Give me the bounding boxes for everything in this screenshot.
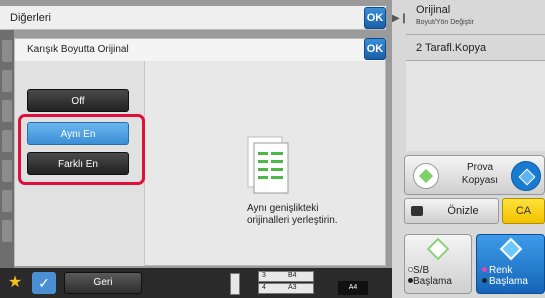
copy-screen: Diğerleri OK Karışık Boyutta Orijinal Ay… bbox=[0, 0, 545, 298]
proof-copy-button[interactable]: Prova Kopyası bbox=[404, 155, 545, 195]
description-line: orijinalleri yerleştirin. bbox=[247, 215, 338, 226]
tray-number: 3 bbox=[262, 272, 266, 279]
same-width-document-icon bbox=[246, 134, 309, 194]
bw-start-button[interactable]: S/B Başlama bbox=[404, 234, 472, 294]
selected-paper-size: A4 bbox=[338, 281, 368, 295]
tray-number: 4 bbox=[262, 284, 266, 291]
original-setting-sub: Boyut/Yön Değiştir bbox=[416, 19, 474, 26]
others-ok-button[interactable]: OK bbox=[364, 7, 386, 29]
selection-highlight bbox=[18, 114, 145, 185]
preview-button[interactable]: Önizle bbox=[404, 198, 499, 224]
proof-copy-line: Kopyası bbox=[461, 175, 499, 186]
tray-icon bbox=[230, 273, 240, 295]
dialog-description: Aynı genişlikteki orijinalleri yerleştir… bbox=[247, 203, 387, 227]
duplex-copy-setting[interactable]: 2 Tarafl.Kopya bbox=[416, 42, 486, 54]
bw-start-line: Başlama bbox=[413, 276, 452, 287]
proof-copy-label: Prova Kopyası bbox=[455, 161, 505, 187]
side-tab[interactable] bbox=[2, 220, 12, 242]
side-tab[interactable] bbox=[2, 130, 12, 152]
color-indicator-icon bbox=[482, 278, 487, 283]
divider bbox=[406, 34, 545, 35]
color-start-icon bbox=[499, 237, 523, 261]
bw-start-icon bbox=[426, 237, 450, 261]
side-tab-strip bbox=[0, 30, 14, 268]
clear-all-button[interactable]: CA bbox=[502, 198, 545, 224]
option-off-button[interactable]: Off bbox=[27, 89, 129, 112]
tray-size: B4 bbox=[288, 272, 297, 279]
side-tab[interactable] bbox=[2, 40, 12, 62]
side-tab[interactable] bbox=[2, 190, 12, 212]
dialog-ok-button[interactable]: OK bbox=[364, 38, 386, 60]
original-setting[interactable]: Orijinal bbox=[416, 4, 450, 16]
dialog-header: Karışık Boyutta Orijinal bbox=[15, 39, 385, 61]
tray-slot bbox=[258, 271, 314, 282]
star-icon[interactable]: ★ bbox=[6, 273, 24, 293]
tray-size: A3 bbox=[288, 284, 297, 291]
proof-start-icon bbox=[413, 163, 439, 189]
dialog-title: Karışık Boyutta Orijinal bbox=[27, 44, 129, 55]
color-start-line: Renk bbox=[489, 265, 513, 276]
settings-empty-area bbox=[406, 61, 545, 151]
color-start-line: Başlama bbox=[489, 276, 528, 287]
color-indicator-icon bbox=[482, 267, 487, 272]
bw-start-line: S/B bbox=[413, 265, 430, 276]
preview-label: Önizle bbox=[447, 205, 479, 217]
bottom-bar: ★ ✓ Geri 3 B4 4 A3 A4 bbox=[0, 268, 392, 298]
others-title: Diğerleri bbox=[10, 12, 51, 24]
paper-tray-status[interactable]: 3 B4 4 A3 A4 bbox=[230, 269, 380, 297]
others-header: Diğerleri bbox=[0, 6, 386, 30]
bw-start-label: S/B Başlama bbox=[413, 265, 452, 287]
color-start-label: Renk Başlama bbox=[489, 265, 528, 287]
preview-icon bbox=[411, 206, 423, 216]
proof-copy-line: Prova bbox=[466, 162, 494, 173]
play-arrow-icon[interactable]: ▶❙ bbox=[392, 8, 408, 30]
side-tab[interactable] bbox=[2, 160, 12, 182]
color-start-button[interactable]: Renk Başlama bbox=[476, 234, 545, 294]
tray-slot bbox=[258, 283, 314, 294]
description-line: Aynı genişlikteki bbox=[247, 203, 319, 214]
back-button[interactable]: Geri bbox=[64, 272, 142, 294]
proof-color-start-icon bbox=[511, 161, 541, 191]
side-tab[interactable] bbox=[2, 70, 12, 92]
side-tab[interactable] bbox=[2, 100, 12, 122]
check-icon[interactable]: ✓ bbox=[32, 272, 56, 294]
